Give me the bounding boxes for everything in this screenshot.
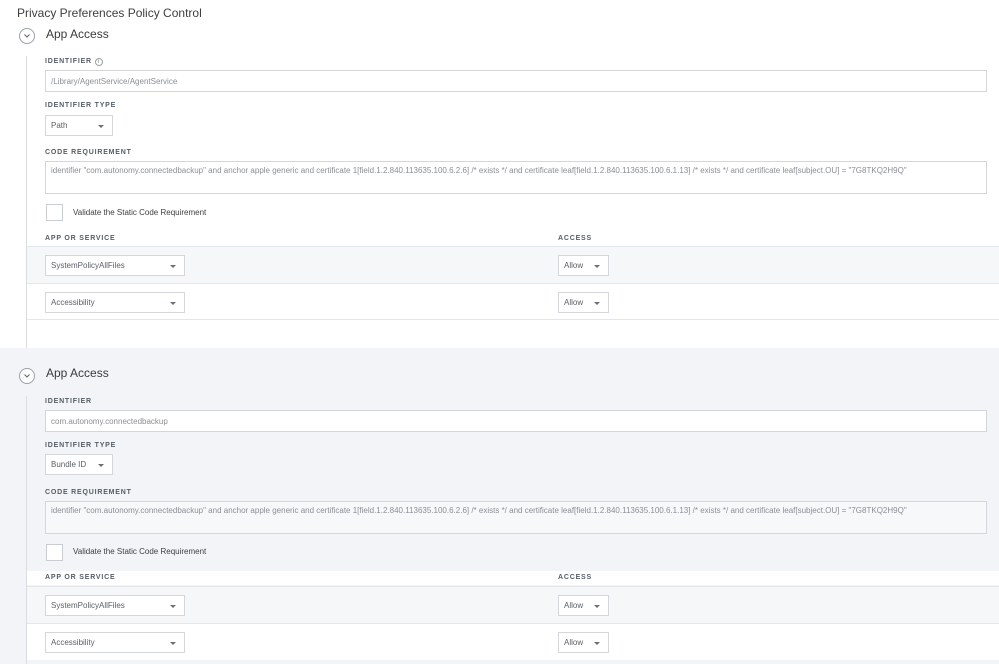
table-header: APP OR SERVICE ACCESS bbox=[27, 571, 999, 585]
page: Privacy Preferences Policy Control App A… bbox=[0, 0, 999, 664]
collapse-toggle-button[interactable] bbox=[19, 368, 35, 384]
service-value: SystemPolicyAllFiles bbox=[51, 601, 125, 610]
info-icon[interactable]: i bbox=[94, 58, 103, 66]
identifier-type-select[interactable]: Path bbox=[45, 115, 113, 136]
service-select[interactable]: Accessibility bbox=[45, 632, 185, 653]
col-access: ACCESS bbox=[558, 574, 592, 581]
service-value: Accessibility bbox=[51, 298, 95, 307]
chevron-down-icon bbox=[24, 374, 30, 378]
validate-label: Validate the Static Code Requirement bbox=[73, 208, 207, 217]
table-header: APP OR SERVICE ACCESS bbox=[27, 232, 999, 246]
code-requirement-value: identifier "com.autonomy.connectedbackup… bbox=[51, 166, 907, 175]
access-value: Allow bbox=[564, 638, 584, 647]
app-access-section: App Access IDENTIFIER com.autonomy.conne… bbox=[0, 348, 999, 664]
table-row: SystemPolicyAllFiles Allow bbox=[27, 246, 999, 283]
caret-down-icon bbox=[98, 124, 104, 128]
identifier-type-label: IDENTIFIER TYPE bbox=[45, 102, 117, 109]
identifier-label: IDENTIFIER bbox=[45, 398, 92, 405]
identifier-field[interactable]: com.autonomy.connectedbackup bbox=[45, 410, 987, 432]
code-requirement-field[interactable]: identifier "com.autonomy.connectedbackup… bbox=[45, 161, 987, 194]
caret-down-icon bbox=[594, 604, 600, 608]
caret-down-icon bbox=[594, 641, 600, 645]
collapse-toggle-button[interactable] bbox=[19, 28, 35, 44]
validate-checkbox[interactable] bbox=[46, 544, 63, 561]
service-value: Accessibility bbox=[51, 638, 95, 647]
access-value: Allow bbox=[564, 298, 584, 307]
caret-down-icon bbox=[170, 641, 176, 645]
caret-down-icon bbox=[170, 264, 176, 268]
chevron-down-icon bbox=[24, 34, 30, 38]
validate-checkbox[interactable] bbox=[46, 204, 63, 221]
identifier-label: IDENTIFIER i bbox=[45, 58, 103, 66]
access-value: Allow bbox=[564, 261, 584, 270]
caret-down-icon bbox=[594, 264, 600, 268]
identifier-type-label: IDENTIFIER TYPE bbox=[45, 442, 117, 449]
page-title: Privacy Preferences Policy Control bbox=[17, 6, 202, 20]
table-row: SystemPolicyAllFiles Allow bbox=[27, 586, 999, 623]
identifier-type-value: Path bbox=[51, 121, 68, 130]
validate-label: Validate the Static Code Requirement bbox=[73, 547, 207, 556]
service-select[interactable]: SystemPolicyAllFiles bbox=[45, 255, 185, 276]
code-requirement-label: CODE REQUIREMENT bbox=[45, 489, 132, 496]
code-requirement-label: CODE REQUIREMENT bbox=[45, 149, 132, 156]
service-select[interactable]: Accessibility bbox=[45, 292, 185, 313]
access-select[interactable]: Allow bbox=[558, 292, 609, 313]
col-access: ACCESS bbox=[558, 235, 592, 242]
code-requirement-value: identifier "com.autonomy.connectedbackup… bbox=[51, 506, 907, 515]
table-row: Accessibility Allow bbox=[27, 623, 999, 660]
caret-down-icon bbox=[170, 604, 176, 608]
identifier-type-value: Bundle ID bbox=[51, 460, 87, 469]
identifier-value: com.autonomy.connectedbackup bbox=[51, 416, 168, 426]
col-app-or-service: APP OR SERVICE bbox=[45, 235, 116, 242]
table-row: Accessibility Allow bbox=[27, 283, 999, 320]
identifier-type-select[interactable]: Bundle ID bbox=[45, 454, 113, 475]
code-requirement-field[interactable]: identifier "com.autonomy.connectedbackup… bbox=[45, 501, 987, 534]
caret-down-icon bbox=[98, 463, 104, 467]
section-title: App Access bbox=[46, 27, 109, 41]
caret-down-icon bbox=[170, 301, 176, 305]
col-app-or-service: APP OR SERVICE bbox=[45, 574, 116, 581]
caret-down-icon bbox=[594, 301, 600, 305]
identifier-field[interactable]: /Library/AgentService/AgentService bbox=[45, 70, 987, 92]
access-select[interactable]: Allow bbox=[558, 632, 609, 653]
service-select[interactable]: SystemPolicyAllFiles bbox=[45, 595, 185, 616]
service-value: SystemPolicyAllFiles bbox=[51, 261, 125, 270]
access-value: Allow bbox=[564, 601, 584, 610]
app-access-section: App Access IDENTIFIER i /Library/AgentSer… bbox=[0, 22, 999, 352]
access-select[interactable]: Allow bbox=[558, 255, 609, 276]
access-select[interactable]: Allow bbox=[558, 595, 609, 616]
section-title: App Access bbox=[46, 366, 109, 380]
identifier-value: /Library/AgentService/AgentService bbox=[51, 76, 178, 86]
